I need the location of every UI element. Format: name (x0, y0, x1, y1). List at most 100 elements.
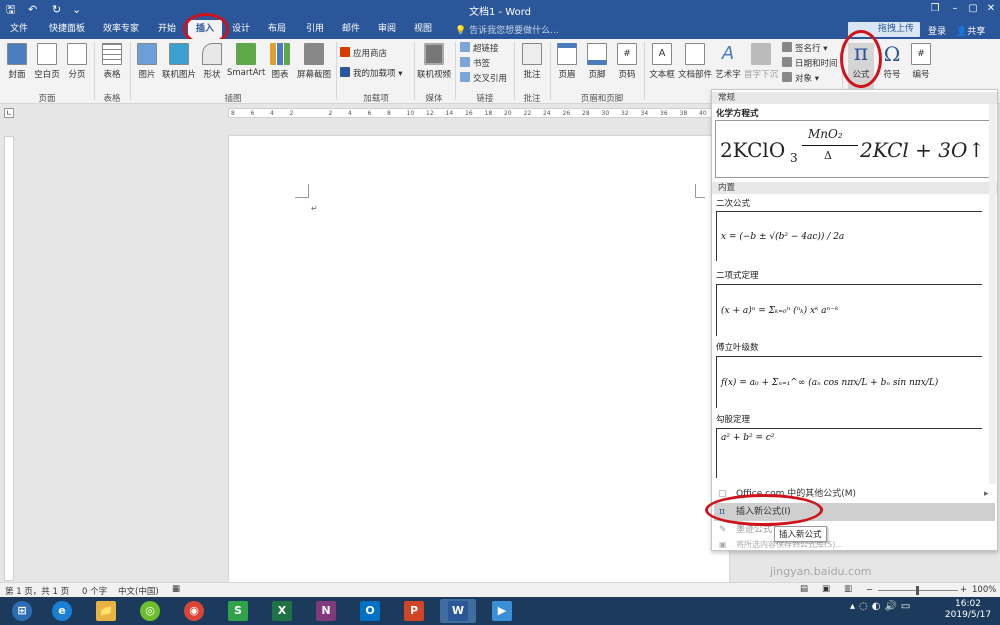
shapes-button[interactable]: 形状 (199, 43, 225, 80)
zoom-level[interactable]: 100% (972, 585, 996, 595)
taskbar-app-media[interactable]: ▶ (484, 599, 520, 623)
read-mode-icon[interactable]: ▤ (800, 584, 808, 594)
ruler-tick-label: 34 (640, 110, 649, 117)
table-icon (102, 43, 122, 65)
office-store-button[interactable]: 应用商店 (340, 47, 387, 61)
separator (336, 42, 337, 100)
horizontal-ruler[interactable]: 8 6 4 2 2 4 6 8 10 12 14 16 18 20 22 24 26 28 30 32 34 36 38 40 (228, 108, 713, 118)
share-button[interactable]: 👤共享 (956, 24, 985, 37)
my-addins-button[interactable]: 我的加载项 ▾ (340, 67, 402, 81)
group-label-header-footer: 页眉和页脚 (580, 94, 624, 104)
taskbar-app-powerpoint[interactable]: P (396, 599, 432, 623)
zoom-thumb[interactable] (916, 586, 919, 595)
cross-reference-button[interactable]: 交叉引用 (460, 72, 507, 86)
online-pictures-button[interactable]: 联机图片 (161, 43, 197, 80)
separator (550, 42, 551, 100)
print-layout-icon[interactable]: ▣ (822, 584, 830, 594)
taskbar-app-onenote[interactable]: N (308, 599, 344, 623)
zoom-in-icon[interactable]: + (960, 585, 967, 595)
tab-quick-panel[interactable]: 快捷面板 (44, 20, 90, 39)
taskbar-app-ie[interactable]: e (44, 599, 80, 623)
section-header-builtin: 内置 (712, 182, 997, 194)
pictures-button[interactable]: 图片 (134, 43, 160, 80)
watermark: jingyan.baidu.com (770, 565, 872, 578)
pythagorean-formula-item[interactable]: a² + b² = c² (716, 428, 982, 478)
share-label: 共享 (967, 27, 986, 37)
web-layout-icon[interactable]: ▥ (844, 584, 852, 594)
footer-button[interactable]: 页脚 (584, 43, 610, 80)
chem-arrow-line (802, 145, 858, 146)
login-link[interactable]: 登录 (928, 24, 946, 37)
text-box-button[interactable]: A 文本框 (647, 43, 677, 80)
online-picture-icon (169, 43, 189, 65)
separator (130, 42, 131, 100)
minimize-button[interactable]: – (946, 1, 964, 17)
blank-page-button[interactable]: 空白页 (32, 43, 62, 80)
chem-equation-item[interactable]: 2KClO 3 MnO₂ Δ 2KCl + 3O ↑ (715, 120, 990, 178)
bookmark-button[interactable]: 书签 (460, 57, 490, 71)
binomial-formula-item[interactable]: (x + a)ⁿ = Σₖ₌₀ⁿ (ⁿₖ) xᵏ aⁿ⁻ᵏ (716, 284, 982, 336)
online-video-label: 联机视频 (416, 70, 451, 80)
maximize-button[interactable]: ▢ (964, 1, 982, 17)
tab-selector[interactable]: ∟ (4, 108, 14, 118)
object-button[interactable]: 对象 ▾ (782, 72, 819, 86)
date-time-button[interactable]: 日期和时间 (782, 57, 838, 71)
page-break-button[interactable]: 分页 (64, 43, 90, 80)
tab-references[interactable]: 引用 (300, 20, 330, 39)
group-label-tables: 表格 (103, 94, 121, 104)
taskbar-app-360[interactable]: ◎ (132, 599, 168, 623)
separator (514, 42, 515, 100)
quadratic-formula-item[interactable]: x = (−b ± √(b² − 4ac)) / 2a (716, 211, 982, 261)
signature-line-button[interactable]: 签名行 ▾ (782, 42, 827, 56)
tab-view[interactable]: 视图 (408, 20, 438, 39)
taskbar-app-excel[interactable]: X (264, 599, 300, 623)
smartart-button[interactable]: SmartArt (227, 43, 265, 78)
page-count[interactable]: 第 1 页，共 1 页 (5, 585, 69, 597)
tab-mailings[interactable]: 邮件 (336, 20, 366, 39)
quick-parts-label: 文档部件 (678, 70, 713, 80)
close-button[interactable]: ✕ (982, 1, 1000, 17)
numbering-label: 编号 (912, 70, 930, 80)
taskbar-app-explorer[interactable]: 📁 (88, 599, 124, 623)
gallery-scrollbar[interactable] (989, 104, 996, 484)
online-video-button[interactable]: 联机视频 (416, 43, 452, 80)
tell-me-box[interactable]: 💡 告诉我您想要做什么... (455, 23, 559, 36)
tab-efficiency[interactable]: 效率专家 (98, 20, 144, 39)
symbol-button[interactable]: Ω 符号 (878, 43, 906, 80)
header-button[interactable]: 页眉 (554, 43, 580, 80)
word-count[interactable]: 0 个字 (82, 585, 107, 597)
comment-button[interactable]: 批注 (518, 43, 546, 80)
taskbar-app-outlook[interactable]: O (352, 599, 388, 623)
language[interactable]: 中文(中国) (118, 585, 159, 597)
taskbar-app-wps[interactable]: S (220, 599, 256, 623)
wordart-button[interactable]: A 艺术字 (713, 43, 743, 80)
drop-cap-button[interactable]: 首字下沉 (743, 43, 779, 80)
taskbar-app-chrome[interactable]: ◉ (176, 599, 212, 623)
cover-page-button[interactable]: 封面 (3, 43, 31, 80)
ie-icon: e (52, 601, 72, 621)
start-icon: ⊞ (12, 601, 32, 621)
chart-button[interactable]: 图表 (267, 43, 293, 80)
tab-layout[interactable]: 布局 (262, 20, 292, 39)
hyperlink-button[interactable]: 超链接 (460, 42, 499, 56)
vertical-ruler[interactable] (4, 136, 14, 581)
macro-icon[interactable]: ▦ (172, 584, 180, 594)
tab-file[interactable]: 文件 (4, 20, 34, 39)
taskbar-app-start[interactable]: ⊞ (4, 599, 40, 623)
clock[interactable]: 16:02 2019/5/17 (940, 599, 996, 621)
numbering-button[interactable]: # 编号 (908, 43, 934, 80)
screenshot-button[interactable]: 屏幕截图 (295, 43, 333, 80)
fourier-formula-item[interactable]: f(x) = a₀ + Σₙ₌₁^∞ (aₙ cos nπx/L + bₙ si… (716, 356, 982, 408)
tab-design[interactable]: 设计 (226, 20, 256, 39)
page-number-button[interactable]: # 页码 (614, 43, 640, 80)
table-button[interactable]: 表格 (98, 43, 126, 80)
save-to-gallery-menu-item[interactable]: ▣ 将所选内容保存到公式库(S)... (714, 536, 995, 554)
taskbar-app-word[interactable]: W (440, 599, 476, 623)
ribbon-display-icon[interactable]: ❐ (926, 1, 944, 17)
quick-parts-button[interactable]: 文档部件 (678, 43, 712, 80)
tab-review[interactable]: 审阅 (372, 20, 402, 39)
tab-home[interactable]: 开始 (152, 20, 182, 39)
document-page[interactable]: ↵ (229, 136, 729, 582)
tray-icons[interactable]: ▴◌◐🔊▭ (850, 601, 914, 612)
zoom-out-icon[interactable]: − (866, 585, 873, 595)
